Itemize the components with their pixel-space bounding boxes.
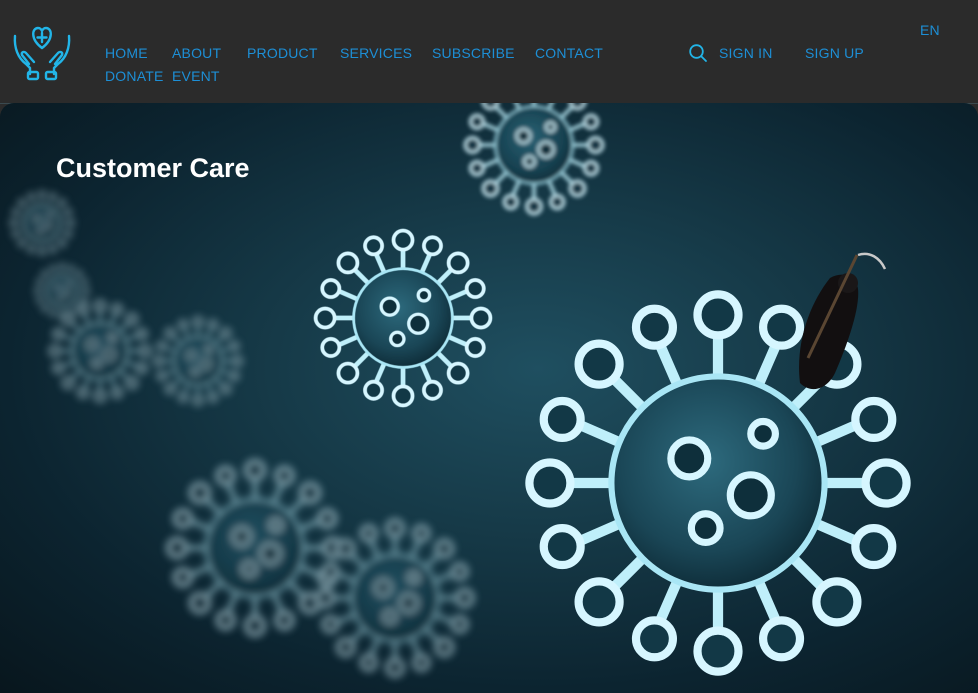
- language-selector[interactable]: EN: [920, 22, 940, 38]
- sign-in-link[interactable]: SIGN IN: [719, 45, 773, 61]
- nav-subscribe[interactable]: SUBSCRIBE: [432, 45, 515, 61]
- heart-hands-icon[interactable]: [12, 22, 72, 82]
- page-title: Customer Care: [56, 153, 250, 183]
- hero-banner: Customer Care: [0, 103, 978, 693]
- sign-up-link[interactable]: SIGN UP: [805, 45, 864, 61]
- nav-home[interactable]: HOME: [105, 45, 148, 61]
- virus-background-image: [8, 103, 978, 693]
- nav-services[interactable]: SERVICES: [340, 45, 412, 61]
- nav-donate[interactable]: DONATE: [105, 68, 164, 84]
- nav-product[interactable]: PRODUCT: [247, 45, 318, 61]
- nav-about[interactable]: ABOUT: [172, 45, 221, 61]
- search-icon[interactable]: [688, 43, 708, 63]
- nav-event[interactable]: EVENT: [172, 68, 220, 84]
- site-header: HOME ABOUT PRODUCT SERVICES SUBSCRIBE CO…: [0, 0, 978, 104]
- nav-contact[interactable]: CONTACT: [535, 45, 603, 61]
